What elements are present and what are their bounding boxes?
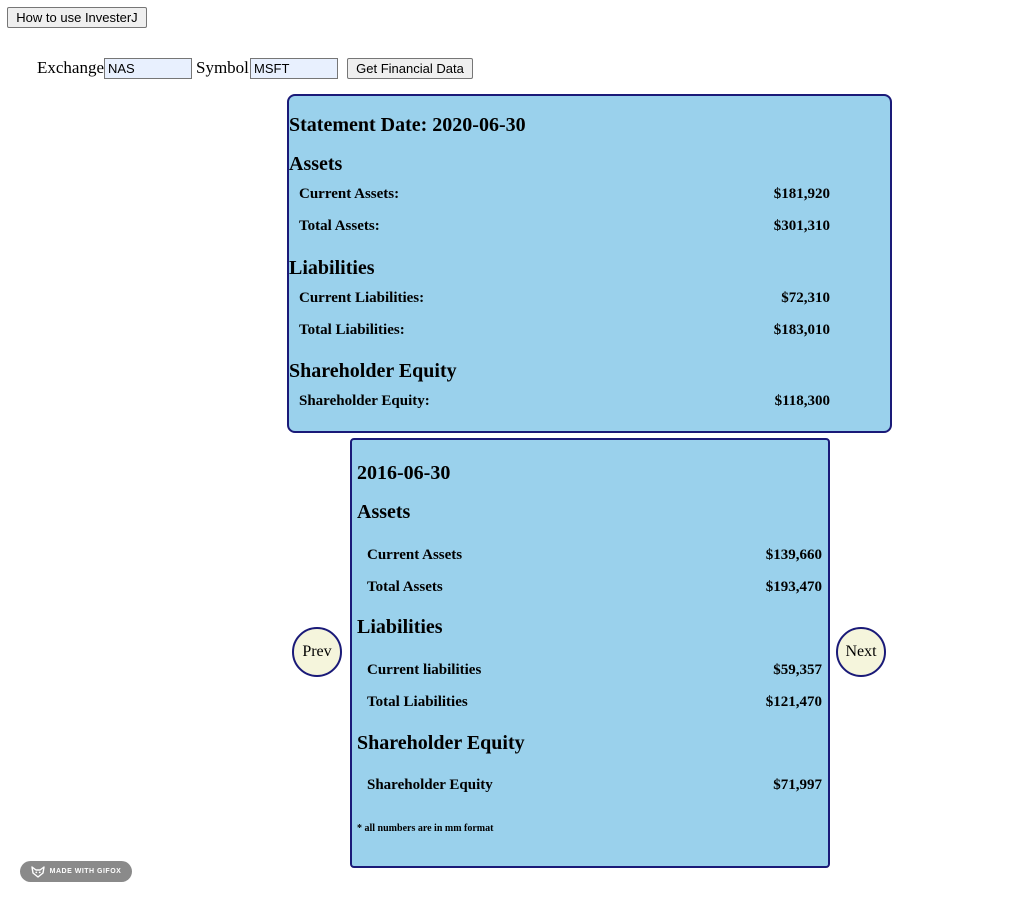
total-liabilities-label: Total Liabilities	[367, 694, 468, 710]
equity-value: $118,300	[774, 393, 830, 409]
total-liabilities-value: $183,010	[773, 322, 830, 338]
prev-button[interactable]: Prev	[292, 627, 342, 677]
assets-heading: Assets	[289, 153, 343, 175]
gifox-label: MADE WITH GIFOX	[49, 868, 122, 875]
historical-date-title: 2016-06-30	[357, 462, 451, 484]
symbol-input[interactable]	[250, 58, 338, 79]
current-assets-value: $181,920	[773, 186, 830, 202]
total-liabilities-label: Total Liabilities:	[299, 322, 405, 338]
equity-heading: Shareholder Equity	[357, 732, 525, 754]
total-assets-value: $193,470	[765, 579, 822, 595]
total-assets-value: $301,310	[773, 218, 830, 234]
current-liabilities-value: $72,310	[781, 290, 830, 306]
how-to-use-button[interactable]: How to use InvesterJ	[7, 7, 147, 28]
equity-label: Shareholder Equity	[367, 777, 493, 793]
exchange-label: Exchange	[37, 58, 105, 77]
total-liabilities-value: $121,470	[765, 694, 822, 710]
current-assets-label: Current Assets:	[299, 186, 400, 202]
assets-heading: Assets	[357, 501, 411, 523]
fox-icon	[30, 865, 45, 878]
current-liabilities-label: Current liabilities	[367, 662, 482, 678]
historical-statement-card: 2016-06-30 Assets Current Assets $139,66…	[350, 438, 830, 868]
current-assets-label: Current Assets	[367, 547, 463, 563]
made-with-gifox-badge[interactable]: MADE WITH GIFOX	[20, 861, 132, 882]
get-financial-data-button[interactable]: Get Financial Data	[347, 58, 473, 79]
current-statement-card: Statement Date: 2020-06-30 Assets Curren…	[287, 94, 892, 433]
equity-label: Shareholder Equity:	[299, 393, 430, 409]
liabilities-heading: Liabilities	[289, 257, 375, 279]
current-liabilities-value: $59,357	[773, 662, 822, 678]
statement-date-title: Statement Date: 2020-06-30	[289, 114, 526, 136]
exchange-input[interactable]	[104, 58, 192, 79]
next-button[interactable]: Next	[836, 627, 886, 677]
equity-heading: Shareholder Equity	[289, 360, 457, 382]
current-liabilities-label: Current Liabilities:	[299, 290, 425, 306]
total-assets-label: Total Assets:	[299, 218, 380, 234]
liabilities-heading: Liabilities	[357, 616, 443, 638]
symbol-label: Symbol	[196, 58, 249, 77]
footnote: * all numbers are in mm format	[357, 823, 494, 834]
equity-value: $71,997	[773, 777, 822, 793]
total-assets-label: Total Assets	[367, 579, 443, 595]
current-assets-value: $139,660	[765, 547, 822, 563]
